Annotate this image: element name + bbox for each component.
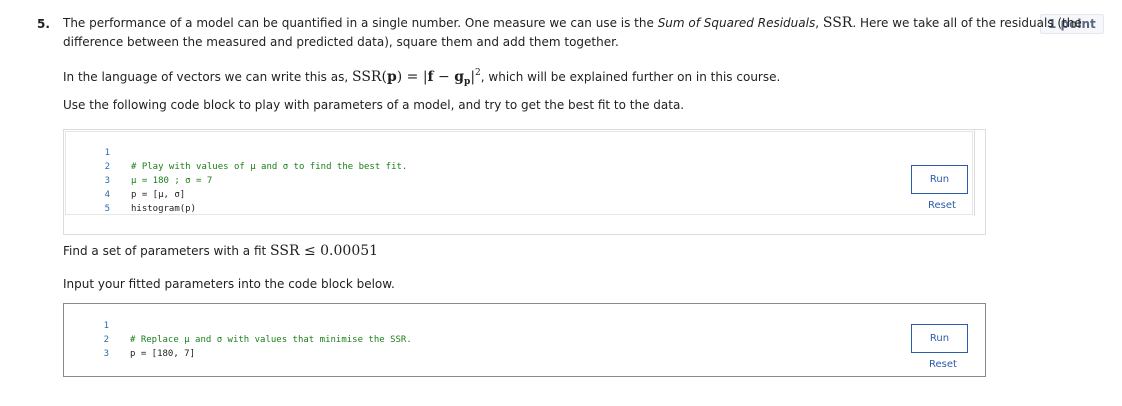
line-number: 5 xyxy=(104,204,110,214)
code-line: 3 p = [μ, σ] xyxy=(66,160,186,200)
code-editor-play[interactable]: 1 # Play with values of μ and σ to find … xyxy=(65,131,973,215)
formula-intro-text: In the language of vectors we can write … xyxy=(63,70,352,84)
code-line: 3 xyxy=(65,333,109,359)
code-text: p = [180, 7] xyxy=(130,349,196,359)
ssr-math: SSR xyxy=(822,15,853,31)
instructions-paragraph: Use the following code block to play wit… xyxy=(63,98,685,112)
formula-p: p xyxy=(386,69,397,85)
panel-divider xyxy=(974,130,975,216)
target-ssr-math: SSR ≤ 0.00051 xyxy=(270,243,379,259)
ssr-formula: SSR(p) = |f − gp|2 xyxy=(351,68,481,87)
code-block-play: 1 # Play with values of μ and σ to find … xyxy=(63,129,986,235)
code-line: 2 μ = 180 ; σ = 7 xyxy=(66,146,213,186)
intro-text-sep: , xyxy=(815,16,823,30)
target-ssr-paragraph: Find a set of parameters with a fit SSR … xyxy=(63,242,378,261)
intro-paragraph-line-2: difference between the measured and pred… xyxy=(63,35,619,49)
code-line: 1 # Replace μ and σ with values that min… xyxy=(65,305,412,345)
code-comment: # Play with values of μ and σ to find th… xyxy=(131,162,408,172)
code-line: 2 p = [180, 7] xyxy=(65,319,195,359)
question-number: 5. xyxy=(37,17,50,31)
formula-ssr: SSR xyxy=(351,69,382,85)
formula-outro-text: , which will be explained further on in … xyxy=(480,70,781,84)
intro-text: The performance of a model can be quanti… xyxy=(63,16,658,30)
code-comment: # Replace μ and σ with values that minim… xyxy=(130,335,412,345)
vector-formula-paragraph: In the language of vectors we can write … xyxy=(63,64,780,92)
intro-paragraph-line-1: The performance of a model can be quanti… xyxy=(63,14,1082,33)
formula-eq: ) = | xyxy=(396,69,428,85)
line-number: 3 xyxy=(103,349,109,359)
code-editor-answer[interactable]: 1 # Replace μ and σ with values that min… xyxy=(65,305,973,375)
code-line: 4 histogram(p) xyxy=(66,174,196,214)
input-instructions: Input your fitted parameters into the co… xyxy=(63,277,395,291)
target-text: Find a set of parameters with a fit xyxy=(63,244,271,258)
run-button[interactable]: Run xyxy=(911,324,968,353)
code-text: p = [μ, σ] xyxy=(131,190,186,200)
code-text: μ = 180 ; σ = 7 xyxy=(131,176,213,186)
reset-button[interactable]: Reset xyxy=(928,200,956,211)
code-line: 1 # Play with values of μ and σ to find … xyxy=(66,132,408,172)
formula-minus: − xyxy=(433,69,455,85)
ssr-term-italic: Sum of Squared Residuals xyxy=(657,16,816,30)
code-line: 5 xyxy=(66,188,110,214)
formula-g: g xyxy=(454,69,465,85)
reset-button[interactable]: Reset xyxy=(929,359,957,370)
intro-text-end: . Here we take all of the residuals (the xyxy=(852,16,1082,30)
run-button[interactable]: Run xyxy=(911,165,968,194)
code-block-answer: 1 # Replace μ and σ with values that min… xyxy=(63,303,986,377)
code-text: histogram(p) xyxy=(131,204,197,214)
